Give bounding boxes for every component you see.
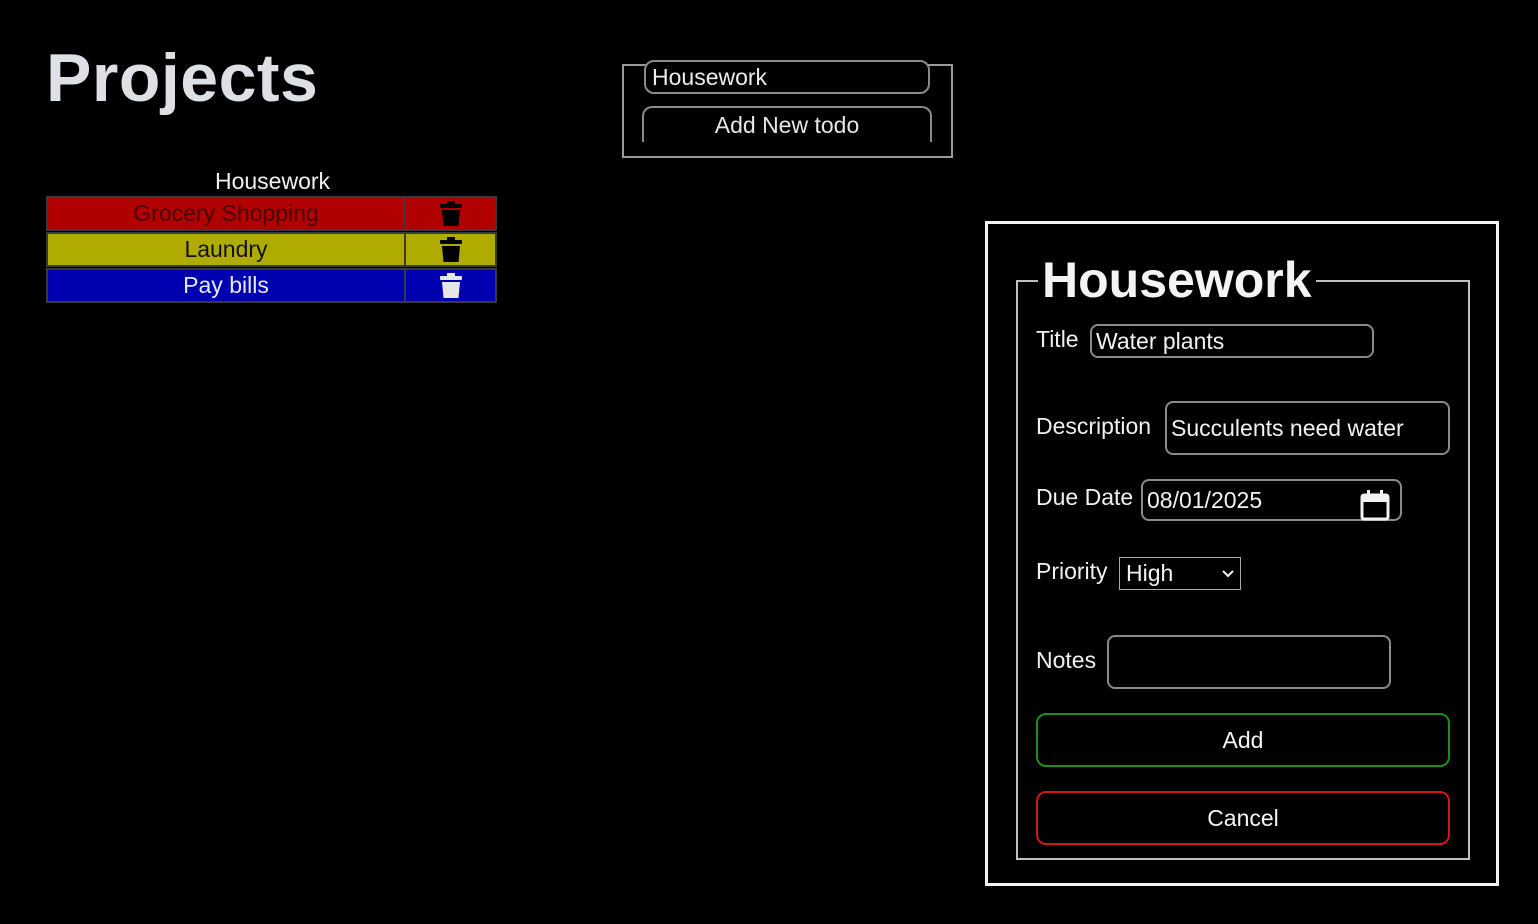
todo-title[interactable]: Laundry bbox=[46, 232, 406, 267]
chevron-down-icon bbox=[1222, 569, 1234, 578]
due-date-input[interactable]: 08/01/2025 bbox=[1141, 479, 1402, 521]
delete-todo-button[interactable] bbox=[406, 268, 497, 303]
add-new-todo-button[interactable]: Add New todo bbox=[642, 106, 932, 142]
add-button[interactable]: Add bbox=[1036, 713, 1450, 767]
description-label: Description bbox=[1036, 413, 1152, 439]
description-input[interactable] bbox=[1165, 401, 1450, 455]
trash-icon bbox=[439, 236, 462, 263]
calendar-icon[interactable] bbox=[1360, 489, 1390, 521]
delete-todo-button[interactable] bbox=[406, 196, 497, 231]
form-legend: Housework bbox=[1038, 250, 1316, 310]
todo-title[interactable]: Pay bills bbox=[46, 268, 406, 303]
todo-dialog: Housework Title Description Due Date 08/… bbox=[985, 221, 1499, 886]
priority-select[interactable]: High bbox=[1119, 557, 1241, 590]
new-todo-fieldset: Add New todo bbox=[622, 60, 953, 158]
project-name: Housework bbox=[214, 168, 331, 194]
todo-row[interactable]: Grocery Shopping bbox=[46, 196, 499, 231]
due-date-value: 08/01/2025 bbox=[1147, 486, 1263, 513]
trash-icon bbox=[439, 200, 462, 227]
delete-todo-button[interactable] bbox=[406, 232, 497, 267]
notes-input[interactable] bbox=[1107, 635, 1391, 689]
title-input[interactable] bbox=[1090, 324, 1374, 358]
todo-title[interactable]: Grocery Shopping bbox=[46, 196, 406, 231]
project-todo-table: Housework Grocery Shopping Laundry Pay b… bbox=[46, 166, 499, 304]
priority-label: Priority bbox=[1036, 558, 1108, 584]
todo-row[interactable]: Pay bills bbox=[46, 268, 499, 303]
trash-icon bbox=[439, 272, 462, 299]
todo-row[interactable]: Laundry bbox=[46, 232, 499, 267]
todo-form: Housework Title Description Due Date 08/… bbox=[1016, 250, 1470, 860]
due-date-label: Due Date bbox=[1036, 484, 1134, 510]
title-label: Title bbox=[1036, 326, 1079, 352]
notes-label: Notes bbox=[1036, 647, 1097, 673]
page-title: Projects bbox=[46, 40, 319, 116]
cancel-button[interactable]: Cancel bbox=[1036, 791, 1450, 845]
project-input[interactable] bbox=[644, 60, 930, 94]
priority-value: High bbox=[1126, 560, 1174, 586]
